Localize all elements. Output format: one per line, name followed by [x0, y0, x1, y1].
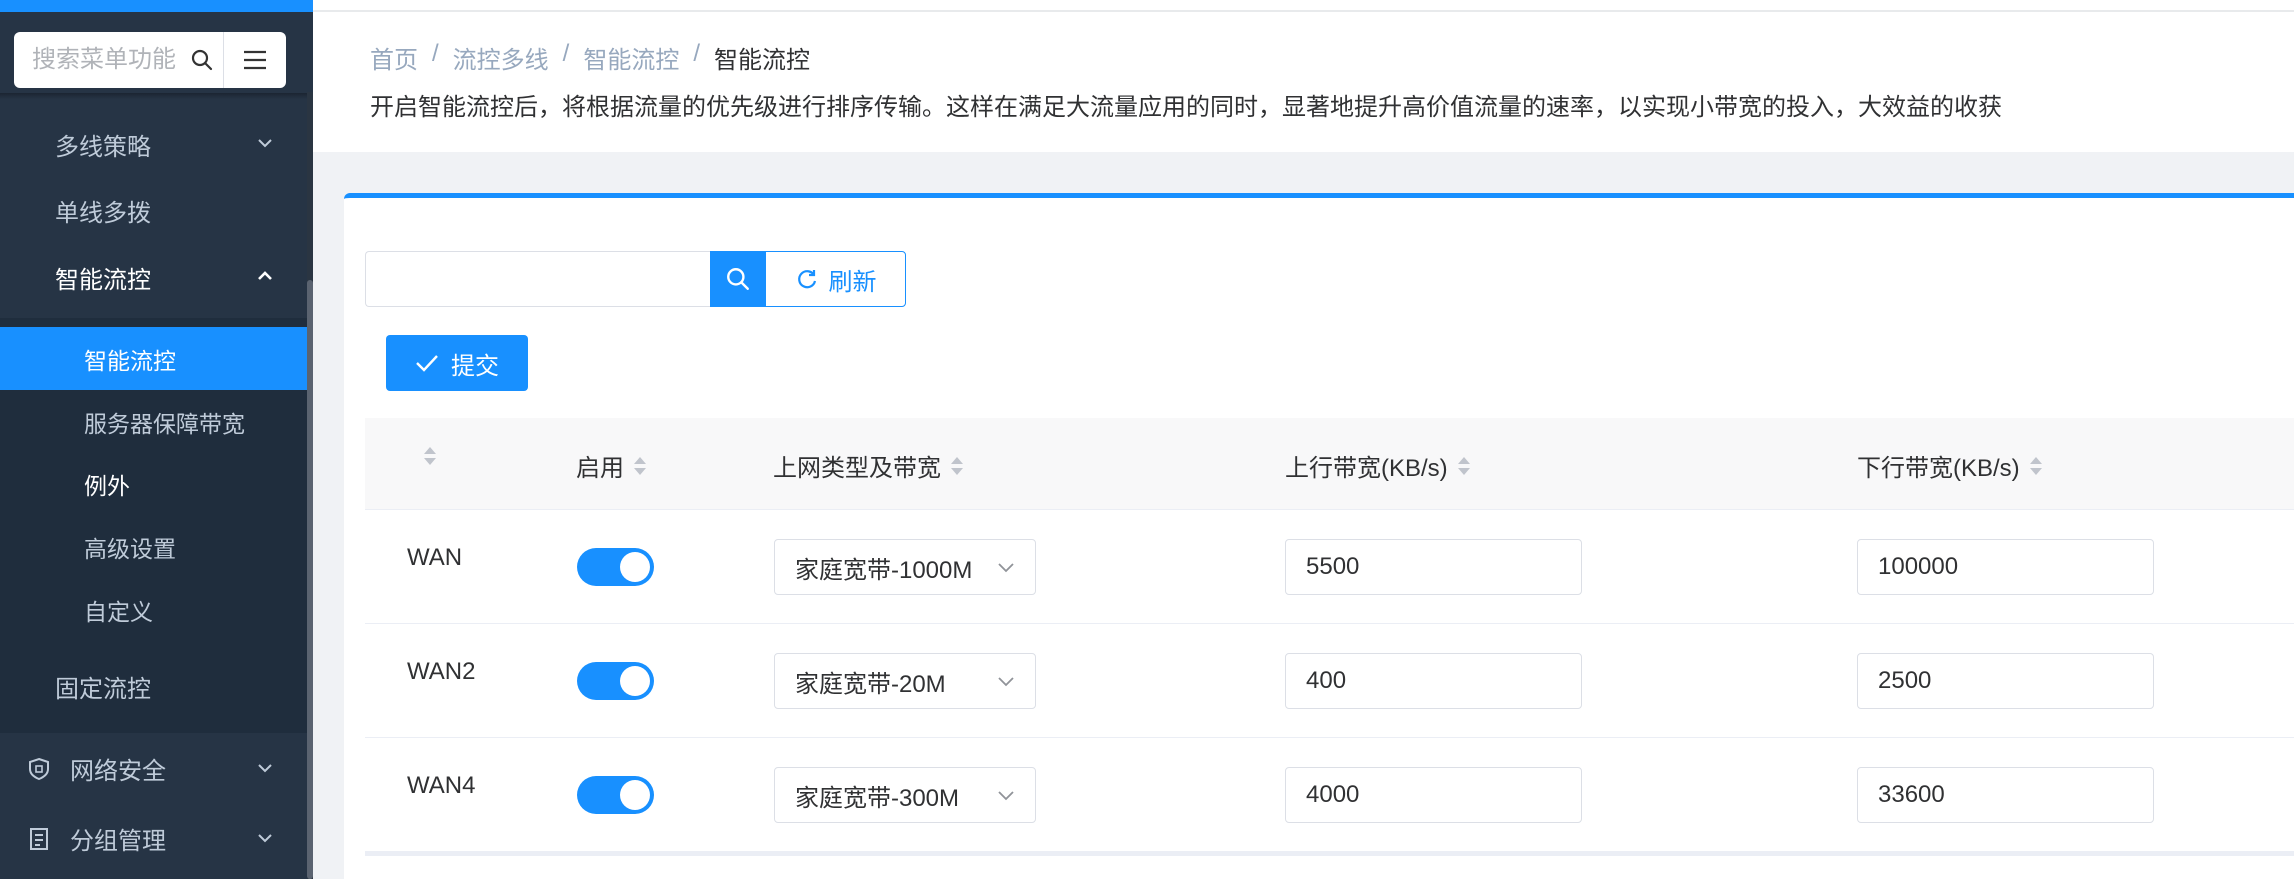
- sidebar-group-group-management[interactable]: 分组管理: [0, 803, 307, 873]
- up-bandwidth-input[interactable]: 400: [1285, 653, 1582, 709]
- sort-icon: [2029, 456, 2042, 475]
- hamburger-icon: [244, 50, 266, 70]
- chevron-down-icon: [258, 139, 272, 148]
- table-search-input[interactable]: [365, 251, 711, 307]
- search-icon: [727, 268, 749, 290]
- down-bandwidth-input[interactable]: 100000: [1857, 539, 2154, 595]
- sidebar-item-multiline-policy[interactable]: 多线策略: [0, 112, 307, 176]
- sort-icon: [1457, 456, 1470, 475]
- row-wan2-name: WAN2: [407, 658, 476, 685]
- sort-icon: [634, 456, 646, 475]
- shield-icon: [29, 757, 49, 781]
- enable-switch[interactable]: [577, 548, 654, 586]
- chevron-down-icon: [258, 834, 272, 843]
- submit-button[interactable]: 提交: [386, 335, 528, 391]
- wan-type-select[interactable]: 家庭宽带-20M: [774, 653, 1036, 709]
- menu-search-button[interactable]: [180, 32, 224, 88]
- breadcrumb-flow-multiline[interactable]: 流控多线: [453, 40, 549, 75]
- up-bandwidth-input[interactable]: 5500: [1285, 539, 1582, 595]
- sidebar-top-accent: [0, 0, 313, 12]
- list-document-icon: [30, 828, 48, 850]
- enable-switch[interactable]: [577, 662, 654, 700]
- breadcrumb: 首页 / 流控多线 / 智能流控 / 智能流控: [370, 40, 811, 75]
- sidebar-scrollbar[interactable]: [307, 280, 313, 879]
- sidebar-subitem-smart-flow[interactable]: 智能流控: [0, 327, 307, 390]
- refresh-button[interactable]: 刷新: [765, 251, 906, 307]
- chevron-down-icon: [998, 677, 1014, 687]
- sidebar-subitem-custom[interactable]: 自定义: [0, 578, 307, 641]
- breadcrumb-current: 智能流控: [714, 47, 811, 74]
- page-header: [313, 0, 2294, 152]
- sidebar-item-smart-flow[interactable]: 智能流控: [0, 245, 307, 309]
- sidebar-group-network-security[interactable]: 网络安全: [0, 733, 307, 803]
- column-header-type[interactable]: 上网类型及带宽: [773, 448, 963, 483]
- chevron-up-icon: [258, 271, 272, 280]
- chevron-down-icon: [258, 764, 272, 773]
- up-bandwidth-input[interactable]: 4000: [1285, 767, 1582, 823]
- menu-search-box: [14, 32, 286, 88]
- sidebar-subitem-advanced[interactable]: 高级设置: [0, 515, 307, 578]
- sidebar-item-single-line-multidial[interactable]: 单线多拨: [0, 178, 307, 242]
- table-scroll-edge: [365, 852, 2294, 856]
- breadcrumb-smart-flow-parent[interactable]: 智能流控: [583, 40, 679, 75]
- sort-icon: [951, 456, 963, 475]
- table-search-button[interactable]: [710, 251, 766, 307]
- column-header-down-bandwidth[interactable]: 下行带宽(KB/s): [1857, 448, 2042, 483]
- sidebar-item-fixed-flow[interactable]: 固定流控: [0, 654, 307, 718]
- sidebar-subitem-exceptions[interactable]: 例外: [0, 452, 307, 515]
- column-header-enable[interactable]: 启用: [576, 448, 646, 483]
- refresh-icon: [797, 270, 816, 289]
- chevron-down-icon: [998, 563, 1014, 573]
- breadcrumb-home[interactable]: 首页: [370, 40, 418, 75]
- down-bandwidth-input[interactable]: 2500: [1857, 653, 2154, 709]
- row-wan4-name: WAN4: [407, 772, 476, 799]
- menu-search-input[interactable]: [14, 32, 180, 88]
- sort-icon: [424, 447, 436, 465]
- wan-type-select[interactable]: 家庭宽带-300M: [774, 767, 1036, 823]
- chevron-down-icon: [998, 791, 1014, 801]
- search-icon: [191, 49, 212, 71]
- column-header-up-bandwidth[interactable]: 上行带宽(KB/s): [1285, 448, 1470, 483]
- check-icon: [416, 355, 438, 372]
- row-wan-name: WAN: [407, 544, 463, 571]
- column-sort-index[interactable]: [424, 447, 436, 465]
- menu-toggle-button[interactable]: [224, 32, 286, 88]
- sidebar-subitem-server-bandwidth[interactable]: 服务器保障带宽: [0, 390, 307, 453]
- down-bandwidth-input[interactable]: 33600: [1857, 767, 2154, 823]
- page-description: 开启智能流控后，将根据流量的优先级进行排序传输。这样在满足大流量应用的同时，显著…: [370, 94, 2002, 121]
- enable-switch[interactable]: [577, 776, 654, 814]
- sidebar: 多线策略 单线多拨 智能流控 智能流控 服务器保障带宽 例外 高级设置 自定义 …: [0, 0, 313, 879]
- wan-type-select[interactable]: 家庭宽带-1000M: [774, 539, 1036, 595]
